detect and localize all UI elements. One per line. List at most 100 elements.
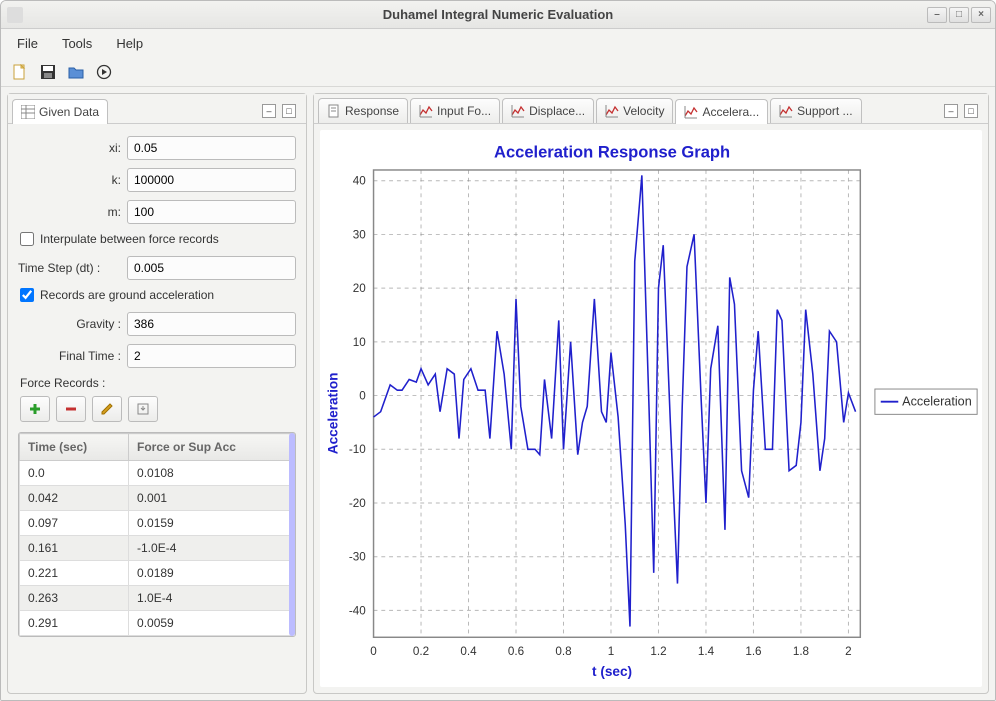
panel-minimize-icon[interactable]: – [944,104,958,118]
dt-label: Time Step (dt) : [18,261,127,275]
table-row[interactable]: 0.0420.001 [20,486,295,511]
document-icon [327,104,341,118]
import-button[interactable] [128,396,158,422]
data-icon [21,105,35,119]
gravity-input[interactable] [127,312,296,336]
save-icon[interactable] [39,63,57,81]
svg-text:1.4: 1.4 [698,645,715,658]
panel-maximize-icon[interactable]: □ [282,104,296,118]
finaltime-label: Final Time : [18,349,127,363]
x-axis-label: t (sec) [592,664,632,679]
tab-given-data[interactable]: Given Data [12,99,108,124]
chart-icon [511,104,525,118]
table-row[interactable]: 0.0970.0159 [20,511,295,536]
add-row-button[interactable] [20,396,50,422]
svg-text:0.2: 0.2 [413,645,429,658]
col-force[interactable]: Force or Sup Acc [129,434,295,461]
svg-text:0: 0 [359,389,366,402]
force-records-table: Time (sec) Force or Sup Acc 0.00.01080.0… [18,432,296,637]
legend-label: Acceleration [902,395,972,409]
app-icon [7,7,23,23]
menu-help[interactable]: Help [106,32,153,55]
menu-file[interactable]: File [7,32,48,55]
left-tab-row: Given Data – □ [8,94,306,124]
tab-label: Accelera... [702,105,759,119]
xi-label: xi: [18,141,127,155]
menu-tools[interactable]: Tools [52,32,102,55]
k-input[interactable] [127,168,296,192]
table-scrollbar[interactable] [289,433,295,636]
tab-label: Support ... [797,104,852,118]
m-input[interactable] [127,200,296,224]
svg-text:-20: -20 [349,497,366,510]
finaltime-input[interactable] [127,344,296,368]
k-label: k: [18,173,127,187]
svg-text:1.8: 1.8 [793,645,809,658]
maximize-button[interactable]: □ [949,7,969,23]
menubar: File Tools Help [1,29,995,57]
tab-velocity[interactable]: Velocity [596,98,673,123]
edit-row-button[interactable] [92,396,122,422]
svg-text:1.2: 1.2 [650,645,666,658]
force-records-label: Force Records : [20,376,296,390]
chart-icon [419,104,433,118]
new-file-icon[interactable] [11,63,29,81]
col-time[interactable]: Time (sec) [20,434,129,461]
dt-input[interactable] [127,256,296,280]
svg-text:-30: -30 [349,551,366,564]
tab-label: Input Fo... [437,104,491,118]
remove-row-button[interactable] [56,396,86,422]
table-row[interactable]: 0.00.0108 [20,461,295,486]
acceleration-chart: Acceleration Response Graph 0 0.2 0.4 0.6 0.… [320,130,982,687]
panel-minimize-icon[interactable]: – [262,104,276,118]
chart-legend: Acceleration [875,389,977,414]
tab-accelera-[interactable]: Accelera... [675,99,768,124]
content-area: Given Data – □ xi: k: m: [1,87,995,700]
interpolate-checkbox[interactable] [20,232,34,246]
panel-maximize-icon[interactable]: □ [964,104,978,118]
ground-accel-checkbox[interactable] [20,288,34,302]
y-axis-label: Acceleration [326,373,341,455]
close-button[interactable]: × [971,7,991,23]
app-window: Duhamel Integral Numeric Evaluation – □ … [0,0,996,701]
ground-accel-label[interactable]: Records are ground acceleration [40,288,214,302]
given-data-panel: Given Data – □ xi: k: m: [7,93,307,694]
chart-title: Acceleration Response Graph [494,142,730,161]
svg-text:0.8: 0.8 [555,645,571,658]
svg-text:-10: -10 [349,443,366,456]
svg-text:10: 10 [353,336,366,349]
tab-label: Displace... [529,104,585,118]
run-icon[interactable] [95,63,113,81]
tab-support-[interactable]: Support ... [770,98,861,123]
tab-displace-[interactable]: Displace... [502,98,594,123]
svg-text:40: 40 [353,175,366,188]
xi-input[interactable] [127,136,296,160]
tab-response[interactable]: Response [318,98,408,123]
svg-text:0.4: 0.4 [460,645,477,658]
interpolate-label[interactable]: Interpulate between force records [40,232,219,246]
right-tab-row: Response Input Fo... Displace... Velocity Ac… [314,94,988,124]
chart-panel: Response Input Fo... Displace... Velocity Ac… [313,93,989,694]
tab-label: Response [345,104,399,118]
minimize-button[interactable]: – [927,7,947,23]
chart-area: Acceleration Response Graph 0 0.2 0.4 0.6 0.… [320,130,982,687]
tab-label: Velocity [623,104,664,118]
svg-text:1: 1 [608,645,615,658]
window-title: Duhamel Integral Numeric Evaluation [383,7,613,22]
toolbar [1,57,995,87]
tab-given-data-label: Given Data [39,105,99,119]
chart-icon [779,104,793,118]
table-row[interactable]: 0.161-1.0E-4 [20,536,295,561]
tab-input-fo-[interactable]: Input Fo... [410,98,500,123]
table-row[interactable]: 0.2210.0189 [20,561,295,586]
svg-text:20: 20 [353,282,366,295]
chart-icon [605,104,619,118]
table-row[interactable]: 0.2631.0E-4 [20,586,295,611]
svg-text:0.6: 0.6 [508,645,524,658]
open-icon[interactable] [67,63,85,81]
gravity-label: Gravity : [18,317,127,331]
table-row[interactable]: 0.2910.0059 [20,611,295,636]
svg-text:2: 2 [845,645,852,658]
svg-text:30: 30 [353,228,366,241]
titlebar: Duhamel Integral Numeric Evaluation – □ … [1,1,995,29]
